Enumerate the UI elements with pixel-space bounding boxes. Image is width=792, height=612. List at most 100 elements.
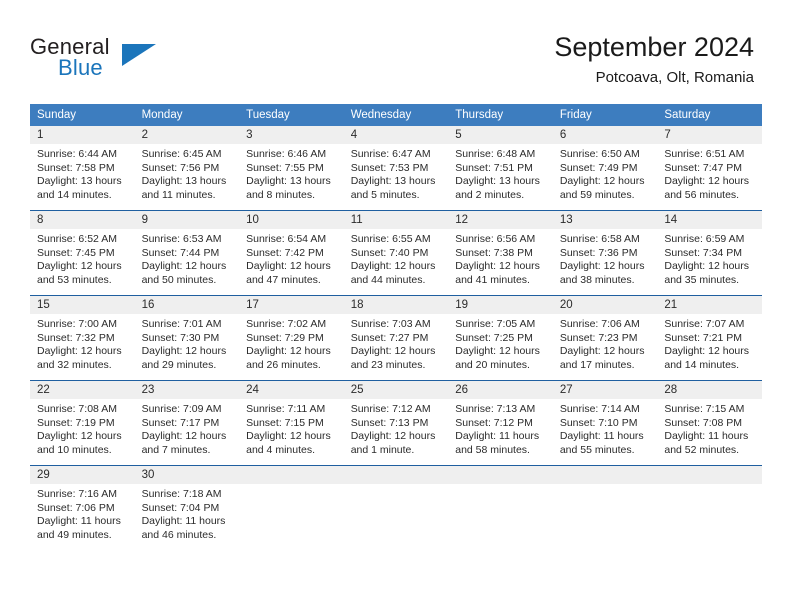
calendar-day-cell[interactable]: 12 Sunrise: 6:56 AM Sunset: 7:38 PM Dayl… (448, 210, 553, 296)
day-number: 10 (239, 211, 344, 229)
daylight-text-line2: and 10 minutes. (37, 443, 112, 456)
calendar-day-cell[interactable]: 10 Sunrise: 6:54 AM Sunset: 7:42 PM Dayl… (239, 210, 344, 296)
day-details: Sunrise: 7:07 AM Sunset: 7:21 PM Dayligh… (657, 314, 762, 372)
day-details: Sunrise: 6:47 AM Sunset: 7:53 PM Dayligh… (344, 144, 449, 202)
daylight-text-line2: and 47 minutes. (246, 273, 321, 286)
daylight-text-line2: and 58 minutes. (455, 443, 530, 456)
sunset-text: Sunset: 7:29 PM (246, 331, 324, 344)
calendar-day-cell[interactable]: 5 Sunrise: 6:48 AM Sunset: 7:51 PM Dayli… (448, 126, 553, 211)
calendar-day-cell[interactable]: 30 Sunrise: 7:18 AM Sunset: 7:04 PM Dayl… (134, 465, 240, 550)
day-details: Sunrise: 7:00 AM Sunset: 7:32 PM Dayligh… (30, 314, 135, 372)
calendar-day-cell[interactable]: 27 Sunrise: 7:14 AM Sunset: 7:10 PM Dayl… (552, 380, 658, 466)
day-number: 4 (343, 126, 449, 144)
day-details: Sunrise: 7:05 AM Sunset: 7:25 PM Dayligh… (448, 314, 553, 372)
calendar-day-cell[interactable]: 13 Sunrise: 6:58 AM Sunset: 7:36 PM Dayl… (552, 210, 658, 296)
sunrise-text: Sunrise: 7:02 AM (246, 318, 327, 330)
calendar-day-cell[interactable]: 23 Sunrise: 7:09 AM Sunset: 7:17 PM Dayl… (134, 380, 240, 466)
weekday-header-saturday: Saturday (657, 104, 762, 126)
sunset-text: Sunset: 7:36 PM (559, 246, 638, 259)
calendar-day-cell[interactable]: 8 Sunrise: 6:52 AM Sunset: 7:45 PM Dayli… (30, 210, 135, 296)
sunrise-text: Sunrise: 6:54 AM (246, 233, 327, 245)
daylight-text-line2: and 32 minutes. (37, 358, 112, 371)
day-number: 15 (30, 296, 135, 314)
day-number: 22 (30, 381, 135, 399)
calendar-day-cell[interactable]: 7 Sunrise: 6:51 AM Sunset: 7:47 PM Dayli… (657, 126, 762, 211)
sunrise-text: Sunrise: 7:14 AM (559, 403, 640, 415)
daylight-text-line2: and 29 minutes. (141, 358, 217, 371)
sunset-text: Sunset: 7:19 PM (37, 416, 115, 429)
calendar-day-cell[interactable]: 1 Sunrise: 6:44 AM Sunset: 7:58 PM Dayli… (30, 126, 135, 211)
sunset-text: Sunset: 7:13 PM (350, 416, 429, 429)
sunrise-text: Sunrise: 6:45 AM (141, 148, 222, 160)
calendar-day-cell[interactable]: 24 Sunrise: 7:11 AM Sunset: 7:15 PM Dayl… (239, 380, 344, 466)
daylight-text-line1: Daylight: 12 hours (559, 175, 645, 188)
brand-logo[interactable]: General Blue (30, 34, 250, 90)
daylight-text-line1: Daylight: 12 hours (455, 345, 540, 358)
calendar-day-cell[interactable]: 2 Sunrise: 6:45 AM Sunset: 7:56 PM Dayli… (134, 126, 240, 211)
sunrise-text: Sunrise: 7:06 AM (559, 318, 640, 330)
sunset-text: Sunset: 7:10 PM (559, 416, 638, 429)
day-details: Sunrise: 7:14 AM Sunset: 7:10 PM Dayligh… (553, 399, 658, 457)
calendar-day-cell[interactable]: 20 Sunrise: 7:06 AM Sunset: 7:23 PM Dayl… (552, 295, 658, 381)
day-number: 3 (239, 126, 344, 144)
sunset-text: Sunset: 7:23 PM (559, 331, 638, 344)
day-number: 13 (552, 211, 658, 229)
sunset-text: Sunset: 7:17 PM (141, 416, 220, 429)
calendar-day-cell[interactable]: 18 Sunrise: 7:03 AM Sunset: 7:27 PM Dayl… (343, 295, 449, 381)
calendar-day-cell[interactable]: 16 Sunrise: 7:01 AM Sunset: 7:30 PM Dayl… (134, 295, 240, 381)
day-number: 29 (30, 466, 135, 484)
day-number: 14 (657, 211, 762, 229)
day-number: 19 (448, 296, 553, 314)
sunrise-text: Sunrise: 6:51 AM (664, 148, 745, 160)
sunset-text: Sunset: 7:38 PM (455, 246, 533, 259)
title-block: September 2024 Potcoava, Olt, Romania (554, 30, 754, 89)
calendar-day-cell-empty (239, 465, 344, 550)
calendar-day-cell[interactable]: 9 Sunrise: 6:53 AM Sunset: 7:44 PM Dayli… (134, 210, 240, 296)
calendar-day-cell[interactable]: 19 Sunrise: 7:05 AM Sunset: 7:25 PM Dayl… (448, 295, 553, 381)
daylight-text-line1: Daylight: 13 hours (246, 175, 331, 188)
sunrise-text: Sunrise: 6:46 AM (246, 148, 327, 160)
calendar-day-cell[interactable]: 29 Sunrise: 7:16 AM Sunset: 7:06 PM Dayl… (30, 465, 135, 550)
daylight-text-line1: Daylight: 11 hours (37, 515, 121, 528)
calendar-day-cell-empty (343, 465, 449, 550)
calendar-day-cell[interactable]: 21 Sunrise: 7:07 AM Sunset: 7:21 PM Dayl… (657, 295, 762, 381)
daylight-text-line2: and 5 minutes. (350, 188, 420, 201)
day-details: Sunrise: 6:53 AM Sunset: 7:44 PM Dayligh… (135, 229, 240, 287)
daylight-text-line2: and 46 minutes. (141, 528, 217, 541)
daylight-text-line1: Daylight: 11 hours (141, 515, 226, 528)
calendar-day-cell[interactable]: 15 Sunrise: 7:00 AM Sunset: 7:32 PM Dayl… (30, 295, 135, 381)
sunset-text: Sunset: 7:12 PM (455, 416, 533, 429)
calendar-day-cell[interactable]: 25 Sunrise: 7:12 AM Sunset: 7:13 PM Dayl… (343, 380, 449, 466)
sunrise-text: Sunrise: 6:48 AM (455, 148, 536, 160)
weekday-header-monday: Monday (134, 104, 240, 126)
calendar-day-cell[interactable]: 6 Sunrise: 6:50 AM Sunset: 7:49 PM Dayli… (552, 126, 658, 211)
sunrise-text: Sunrise: 6:55 AM (350, 233, 431, 245)
daylight-text-line2: and 8 minutes. (246, 188, 316, 201)
day-number: 23 (134, 381, 240, 399)
page-subtitle: Potcoava, Olt, Romania (595, 69, 754, 86)
day-details: Sunrise: 6:54 AM Sunset: 7:42 PM Dayligh… (239, 229, 344, 287)
daylight-text-line1: Daylight: 11 hours (455, 430, 540, 443)
day-number: 18 (343, 296, 449, 314)
calendar-day-cell[interactable]: 3 Sunrise: 6:46 AM Sunset: 7:55 PM Dayli… (239, 126, 344, 211)
sunset-text: Sunset: 7:08 PM (664, 416, 743, 429)
calendar-day-cell[interactable]: 14 Sunrise: 6:59 AM Sunset: 7:34 PM Dayl… (657, 210, 762, 296)
calendar-grid: Sunday Monday Tuesday Wednesday Thursday… (30, 104, 762, 550)
calendar-day-cell[interactable]: 11 Sunrise: 6:55 AM Sunset: 7:40 PM Dayl… (343, 210, 449, 296)
calendar-day-cell[interactable]: 22 Sunrise: 7:08 AM Sunset: 7:19 PM Dayl… (30, 380, 135, 466)
calendar-day-cell[interactable]: 17 Sunrise: 7:02 AM Sunset: 7:29 PM Dayl… (239, 295, 344, 381)
daylight-text-line1: Daylight: 13 hours (350, 175, 436, 188)
sunset-text: Sunset: 7:45 PM (37, 246, 115, 259)
calendar-day-cell[interactable]: 4 Sunrise: 6:47 AM Sunset: 7:53 PM Dayli… (343, 126, 449, 211)
calendar-body: 1 Sunrise: 6:44 AM Sunset: 7:58 PM Dayli… (30, 126, 762, 550)
daylight-text-line2: and 44 minutes. (350, 273, 426, 286)
calendar-day-cell[interactable]: 26 Sunrise: 7:13 AM Sunset: 7:12 PM Dayl… (448, 380, 553, 466)
daylight-text-line1: Daylight: 13 hours (455, 175, 540, 188)
day-details: Sunrise: 7:13 AM Sunset: 7:12 PM Dayligh… (448, 399, 553, 457)
daylight-text-line2: and 4 minutes. (246, 443, 316, 456)
daylight-text-line1: Daylight: 12 hours (350, 260, 436, 273)
daylight-text-line2: and 7 minutes. (141, 443, 211, 456)
calendar-day-cell[interactable]: 28 Sunrise: 7:15 AM Sunset: 7:08 PM Dayl… (657, 380, 762, 466)
sunrise-text: Sunrise: 6:47 AM (350, 148, 431, 160)
triangle-flag-icon (122, 44, 156, 66)
